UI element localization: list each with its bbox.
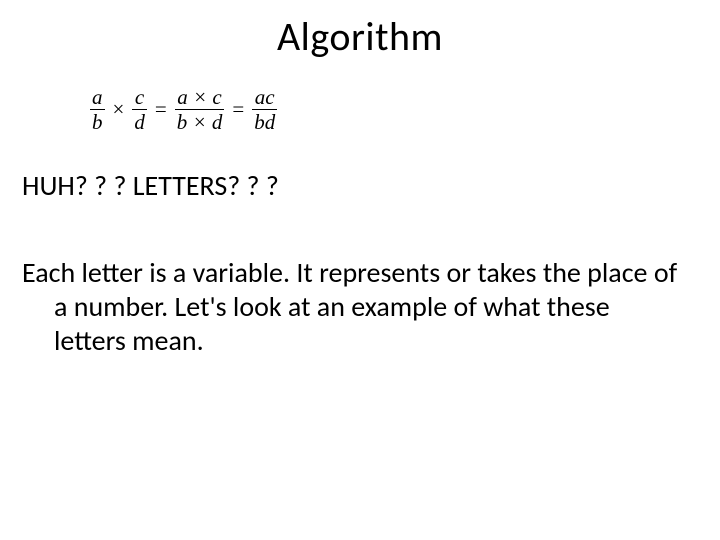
equals-operator: =	[153, 97, 169, 122]
body-paragraph: Each letter is a variable. It represents…	[22, 256, 682, 358]
equals-operator: =	[230, 97, 246, 122]
slide: Algorithm a b × c d = a × c b × d = ac b…	[0, 0, 720, 540]
numerator: ac	[253, 86, 277, 108]
body-text: Each letter is a variable. It represents…	[22, 256, 682, 358]
numerator: a	[90, 86, 105, 108]
numerator: a × c	[175, 86, 224, 108]
numerator: c	[133, 86, 146, 108]
fraction-a-over-b: a b	[90, 86, 105, 133]
denominator: b	[90, 111, 105, 133]
slide-title: Algorithm	[0, 12, 720, 61]
fraction-c-over-d: c d	[132, 86, 147, 133]
exclamation-text: HUH? ? ? LETTERS? ? ?	[22, 168, 279, 203]
times-operator: ×	[111, 97, 127, 122]
denominator: d	[132, 111, 147, 133]
fraction-ac-over-bd-expanded: a × c b × d	[175, 86, 225, 133]
fraction-ac-over-bd: ac bd	[252, 86, 277, 133]
formula: a b × c d = a × c b × d = ac bd	[90, 86, 277, 133]
denominator: bd	[252, 111, 277, 133]
denominator: b × d	[175, 111, 225, 133]
